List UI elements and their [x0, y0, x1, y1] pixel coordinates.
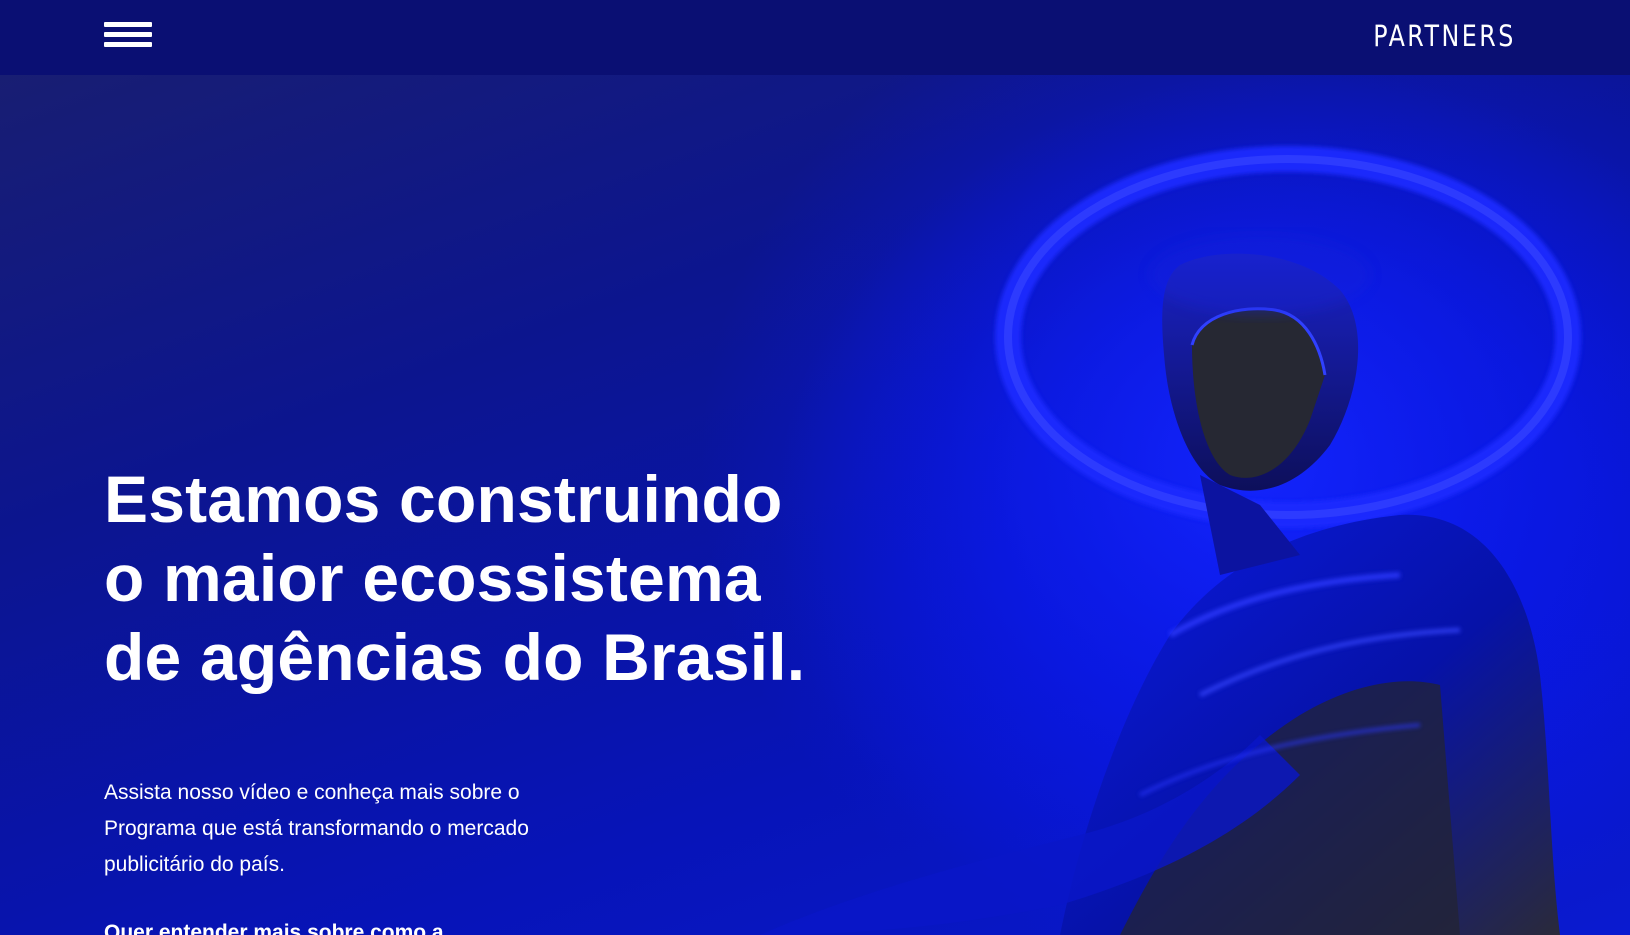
hero-cta-text: Quer entender mais sobre como a: [104, 921, 444, 935]
headline-line-1: Estamos construindo: [104, 462, 783, 536]
brand-logo[interactable]: PARTNERS: [1373, 19, 1516, 53]
hero-headline: Estamos construindo o maior ecossistema …: [104, 460, 864, 697]
hero-intro-text: Assista nosso vídeo e conheça mais sobre…: [104, 781, 529, 876]
headline-line-2: o maior ecossistema: [104, 541, 761, 615]
hamburger-menu-icon[interactable]: [104, 22, 154, 54]
headline-line-3: de agências do Brasil.: [104, 620, 806, 694]
page: PARTNERS Estamos construindo o maior eco…: [0, 0, 1630, 935]
site-header: PARTNERS: [0, 0, 1630, 75]
